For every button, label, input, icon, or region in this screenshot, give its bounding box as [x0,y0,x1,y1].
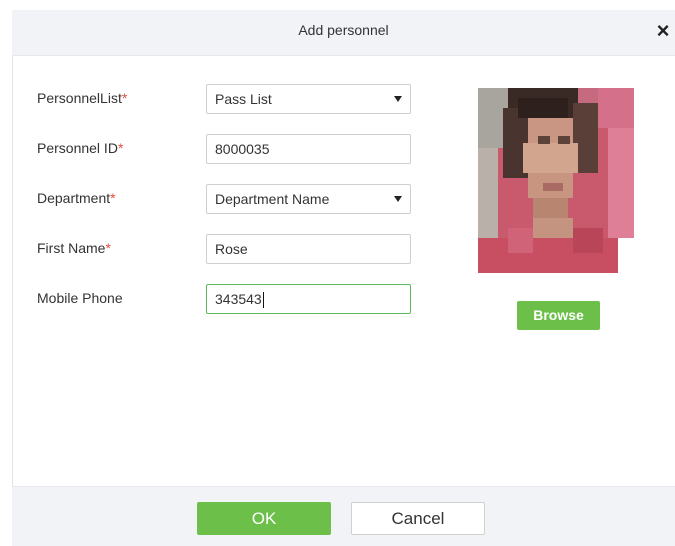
department-select[interactable]: Department Name [206,184,411,214]
text-cursor [262,292,264,309]
personnel-list-value: Pass List [215,91,272,107]
required-marker: * [105,240,111,256]
dialog-title: Add personnel [298,22,389,38]
personnel-photo [478,88,634,280]
close-icon[interactable]: × [653,18,673,44]
first-name-value: Rose [215,241,248,257]
personnel-id-label-text: Personnel ID [37,140,118,156]
required-marker: * [117,140,124,156]
add-personnel-dialog: Add personnel × PersonnelList* Pass List… [0,0,675,546]
browse-button[interactable]: Browse [517,301,600,330]
dialog-footer [12,486,675,546]
first-name-input[interactable]: Rose [206,234,411,264]
mobile-phone-input[interactable]: 343543 [206,284,411,314]
first-name-label: First Name* [37,240,111,256]
cancel-button[interactable]: Cancel [351,502,485,535]
personnel-id-input[interactable]: 8000035 [206,134,411,164]
personnel-list-select[interactable]: Pass List [206,84,411,114]
mobile-phone-label-text: Mobile Phone [37,290,123,306]
personnel-id-value: 8000035 [215,141,270,157]
personnel-id-label: Personnel ID* [37,140,123,156]
required-marker: * [110,190,116,206]
department-value: Department Name [215,191,330,207]
chevron-down-icon [394,96,402,102]
ok-button[interactable]: OK [197,502,331,535]
chevron-down-icon [394,196,402,202]
mobile-phone-value: 343543 [215,291,262,307]
dialog-header: Add personnel × [12,10,675,56]
personnel-list-label-text: PersonnelList [37,90,122,106]
required-marker: * [121,90,128,106]
first-name-label-text: First Name [37,240,106,256]
department-label-text: Department [37,190,111,206]
department-label: Department* [37,190,116,206]
mobile-phone-label: Mobile Phone [37,290,123,306]
dialog-border [12,10,13,545]
personnel-list-label: PersonnelList* [37,90,127,106]
